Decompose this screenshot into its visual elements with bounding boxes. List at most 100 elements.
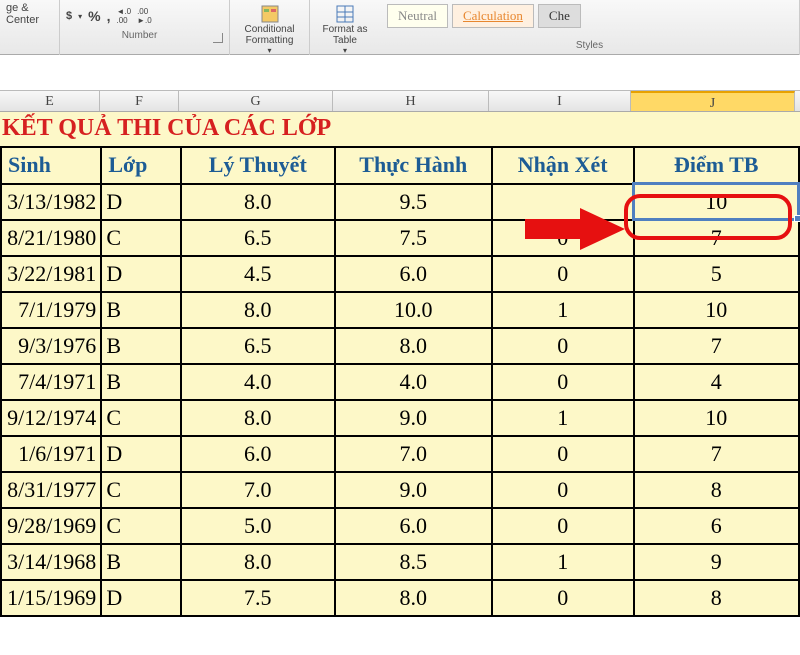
data-table: SinhLớpLý ThuyếtThực HànhNhận XétĐiểm TB…: [0, 148, 800, 617]
cell-style-calculation[interactable]: Calculation: [452, 4, 534, 28]
cell[interactable]: 6.5: [181, 220, 335, 256]
merge-center-fragment[interactable]: ge & Center: [6, 2, 53, 26]
cell[interactable]: 8/31/1977: [1, 472, 101, 508]
header-cell[interactable]: Điểm TB: [634, 148, 799, 184]
cell[interactable]: 9/3/1976: [1, 328, 101, 364]
increase-decimal-button[interactable]: ◄.0.00: [116, 7, 131, 25]
cell[interactable]: 1: [492, 544, 634, 580]
cell[interactable]: 3/13/1982: [1, 184, 101, 220]
cell[interactable]: 7/4/1971: [1, 364, 101, 400]
column-header-I[interactable]: I: [489, 91, 631, 111]
cell[interactable]: 7.0: [335, 436, 491, 472]
cell[interactable]: 8.0: [335, 580, 491, 616]
cell[interactable]: 5.0: [181, 508, 335, 544]
table-title[interactable]: KẾT QUẢ THI CỦA CÁC LỚP: [0, 112, 800, 148]
cell[interactable]: 9/12/1974: [1, 400, 101, 436]
cell[interactable]: B: [101, 544, 180, 580]
cell[interactable]: 7: [634, 220, 799, 256]
cell[interactable]: 0: [492, 256, 634, 292]
cell[interactable]: 8.0: [335, 328, 491, 364]
cell[interactable]: 7/1/1979: [1, 292, 101, 328]
cell[interactable]: 1/15/1969: [1, 580, 101, 616]
conditional-formatting-button[interactable]: Conditional Formatting▾: [236, 2, 303, 57]
cell[interactable]: 1: [492, 400, 634, 436]
cell[interactable]: 8.0: [181, 292, 335, 328]
header-cell[interactable]: Lớp: [101, 148, 180, 184]
column-header-H[interactable]: H: [333, 91, 489, 111]
cell[interactable]: 4.0: [335, 364, 491, 400]
column-header-G[interactable]: G: [179, 91, 333, 111]
cell[interactable]: B: [101, 328, 180, 364]
cell[interactable]: 4.0: [181, 364, 335, 400]
cell[interactable]: [492, 184, 634, 220]
column-header-E[interactable]: E: [0, 91, 100, 111]
cell[interactable]: 3/22/1981: [1, 256, 101, 292]
comma-style-button[interactable]: ,: [107, 8, 111, 24]
cell[interactable]: 0: [492, 580, 634, 616]
column-header-J[interactable]: J: [631, 91, 795, 111]
cell[interactable]: 9.0: [335, 472, 491, 508]
cell[interactable]: 8/21/1980: [1, 220, 101, 256]
cell[interactable]: C: [101, 400, 180, 436]
cell[interactable]: 8: [634, 472, 799, 508]
cell[interactable]: 7: [634, 436, 799, 472]
cell[interactable]: D: [101, 184, 180, 220]
cell[interactable]: 8: [634, 580, 799, 616]
cell[interactable]: 0: [492, 436, 634, 472]
cell[interactable]: 1: [492, 292, 634, 328]
header-cell[interactable]: Nhận Xét: [492, 148, 634, 184]
header-cell[interactable]: Sinh: [1, 148, 101, 184]
cell[interactable]: B: [101, 292, 180, 328]
cell[interactable]: 3/14/1968: [1, 544, 101, 580]
format-as-table-button[interactable]: Format as Table▾: [316, 2, 374, 57]
header-cell[interactable]: Thực Hành: [335, 148, 491, 184]
cell[interactable]: 9: [634, 544, 799, 580]
table-row: 9/12/1974C8.09.0110: [1, 400, 799, 436]
cell[interactable]: 7.5: [181, 580, 335, 616]
cell[interactable]: 6.0: [335, 256, 491, 292]
number-dialog-launcher[interactable]: [213, 33, 223, 43]
cell[interactable]: 7: [634, 328, 799, 364]
cell[interactable]: 8.5: [335, 544, 491, 580]
column-header-F[interactable]: F: [100, 91, 179, 111]
cell[interactable]: 7.0: [181, 472, 335, 508]
cell[interactable]: 8.0: [181, 184, 335, 220]
cell[interactable]: 1/6/1971: [1, 436, 101, 472]
cell[interactable]: 8.0: [181, 544, 335, 580]
cell[interactable]: 0: [492, 328, 634, 364]
cell[interactable]: 9/28/1969: [1, 508, 101, 544]
cell[interactable]: D: [101, 580, 180, 616]
cell[interactable]: 0: [492, 508, 634, 544]
cell[interactable]: 7.5: [335, 220, 491, 256]
cell[interactable]: 0: [492, 220, 634, 256]
cell[interactable]: 4.5: [181, 256, 335, 292]
cell[interactable]: 4: [634, 364, 799, 400]
cell[interactable]: 9.0: [335, 400, 491, 436]
cell[interactable]: B: [101, 364, 180, 400]
cell[interactable]: 10: [634, 400, 799, 436]
cell[interactable]: 0: [492, 364, 634, 400]
fill-handle[interactable]: [794, 215, 800, 222]
cell[interactable]: 6.0: [181, 436, 335, 472]
cell[interactable]: C: [101, 220, 180, 256]
cell[interactable]: C: [101, 508, 180, 544]
cell[interactable]: D: [101, 436, 180, 472]
cell[interactable]: 6: [634, 508, 799, 544]
cell[interactable]: 10: [634, 184, 799, 220]
cell-style-check[interactable]: Che: [538, 4, 581, 28]
decrease-decimal-button[interactable]: .00►.0: [137, 7, 152, 25]
cell[interactable]: C: [101, 472, 180, 508]
cell-style-neutral[interactable]: Neutral: [387, 4, 448, 28]
cell[interactable]: 10: [634, 292, 799, 328]
cell[interactable]: 6.0: [335, 508, 491, 544]
currency-dropdown[interactable]: $: [66, 10, 72, 22]
cell[interactable]: 9.5: [335, 184, 491, 220]
cell[interactable]: 5: [634, 256, 799, 292]
cell[interactable]: 10.0: [335, 292, 491, 328]
cell[interactable]: 0: [492, 472, 634, 508]
cell[interactable]: 8.0: [181, 400, 335, 436]
header-cell[interactable]: Lý Thuyết: [181, 148, 335, 184]
percent-button[interactable]: %: [88, 8, 100, 24]
cell[interactable]: 6.5: [181, 328, 335, 364]
cell[interactable]: D: [101, 256, 180, 292]
